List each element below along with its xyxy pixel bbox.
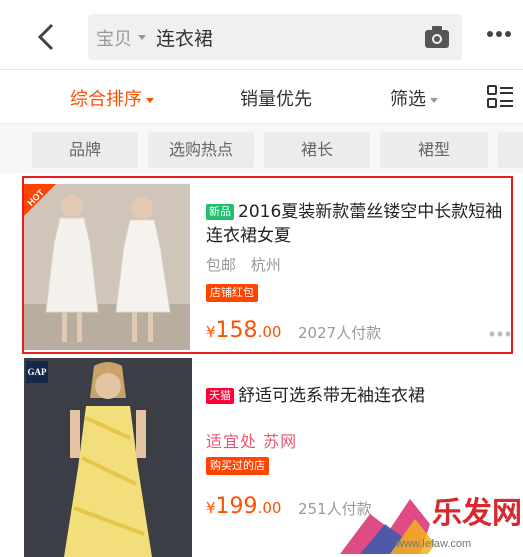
brand-logo: GAP bbox=[26, 361, 48, 383]
dress-illustration bbox=[24, 358, 192, 557]
back-arrow-icon[interactable] bbox=[34, 22, 60, 52]
chip-skirt-type[interactable]: 裙型 bbox=[380, 132, 488, 168]
sort-sales-label: 销量优先 bbox=[240, 89, 312, 110]
chip-skirt-length[interactable]: 裙长 bbox=[264, 132, 370, 168]
promo-badge: 购买过的店 bbox=[206, 457, 269, 475]
price-symbol: ¥ bbox=[206, 499, 216, 517]
shop-name[interactable]: 适宜处 苏网 bbox=[206, 428, 297, 452]
chevron-down-icon bbox=[430, 97, 438, 103]
price-decimal: .00 bbox=[257, 499, 282, 517]
highlight-frame bbox=[22, 176, 513, 354]
price: ¥199.00 bbox=[206, 494, 281, 519]
filter-chips: 品牌 选购热点 裙长 裙型 bbox=[0, 124, 523, 174]
chip-more[interactable] bbox=[498, 132, 523, 168]
sort-bar: 综合排序 销量优先 筛选 bbox=[0, 70, 523, 124]
more-icon[interactable] bbox=[486, 30, 512, 38]
chevron-down-icon bbox=[146, 97, 154, 103]
sort-comprehensive[interactable]: 综合排序 bbox=[70, 85, 154, 111]
watermark-text: 乐发网 bbox=[432, 496, 522, 531]
chevron-down-icon[interactable] bbox=[138, 35, 146, 40]
watermark-url: www.lefaw.com bbox=[396, 538, 472, 550]
camera-icon[interactable] bbox=[424, 25, 450, 49]
filter-button[interactable]: 筛选 bbox=[390, 85, 438, 111]
chip-hot-picks[interactable]: 选购热点 bbox=[148, 132, 254, 168]
search-box[interactable]: 宝贝 连衣裙 bbox=[88, 14, 462, 60]
product-title[interactable]: 天猫 舒适可选系带无袖连衣裙 bbox=[206, 384, 514, 408]
sort-comprehensive-label: 综合排序 bbox=[70, 89, 142, 110]
product-title-text: 舒适可选系带无袖连衣裙 bbox=[238, 386, 425, 406]
search-scope-label[interactable]: 宝贝 bbox=[96, 25, 132, 51]
price-integer: 199 bbox=[215, 494, 258, 519]
filter-label: 筛选 bbox=[390, 89, 426, 110]
sort-sales[interactable]: 销量优先 bbox=[240, 85, 312, 111]
tmall-tag: 天猫 bbox=[206, 388, 234, 404]
product-image[interactable]: GAP bbox=[24, 358, 192, 557]
list-layout-icon[interactable] bbox=[486, 84, 514, 110]
top-bar: 宝贝 连衣裙 bbox=[0, 0, 523, 70]
chip-brand[interactable]: 品牌 bbox=[32, 132, 138, 168]
search-input[interactable]: 连衣裙 bbox=[156, 24, 213, 51]
